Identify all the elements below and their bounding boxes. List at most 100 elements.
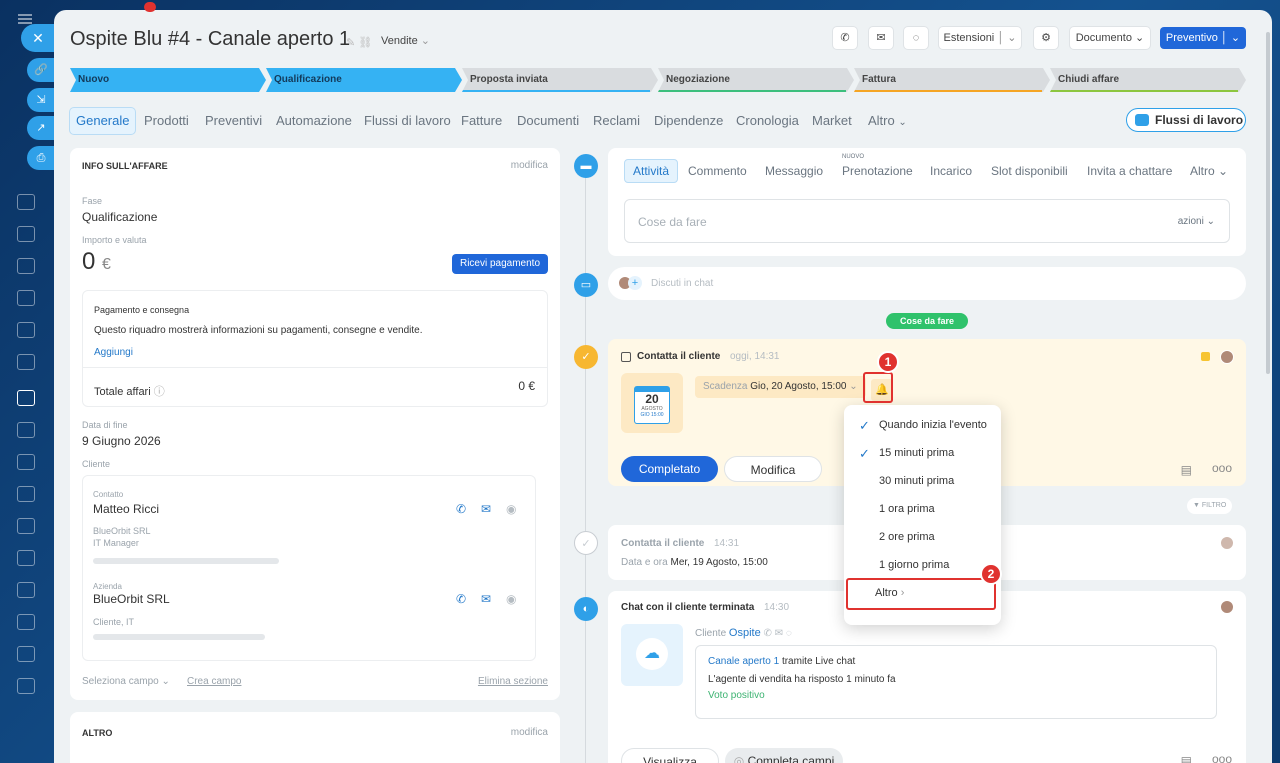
task-checkbox[interactable]: [621, 352, 631, 362]
todo-input[interactable]: Cose da fare azioni ⌄: [624, 199, 1230, 243]
tab-incarico[interactable]: Incarico: [930, 164, 972, 178]
ospite-link[interactable]: Ospite: [729, 627, 761, 639]
stage-chiudi[interactable]: Chiudi affare: [1050, 68, 1246, 92]
menu-item-15min[interactable]: 15 minuti prima: [879, 447, 954, 459]
more-icon[interactable]: ooo: [1212, 461, 1232, 475]
chat-input[interactable]: + Discuti in chat: [608, 267, 1246, 300]
cart-icon[interactable]: [17, 422, 35, 438]
phone-icon[interactable]: ✆: [833, 27, 857, 49]
sidebar-icon-5[interactable]: [17, 322, 35, 338]
tab-altro[interactable]: Altro ⌄: [868, 108, 907, 134]
flussi-di-lavoro-button[interactable]: Flussi di lavoro: [1126, 108, 1246, 132]
sidebar-icon-15[interactable]: [17, 646, 35, 662]
completato-button[interactable]: Completato: [621, 456, 718, 482]
sidebar-icon-14[interactable]: [17, 614, 35, 630]
ricevi-pagamento-button[interactable]: Ricevi pagamento: [452, 254, 548, 274]
sidebar-icon-13[interactable]: [17, 582, 35, 598]
tab-slot[interactable]: Slot disponibili: [991, 164, 1068, 178]
menu-item-30min[interactable]: 30 minuti prima: [879, 475, 954, 487]
crea-campo-link[interactable]: Crea campo: [187, 676, 241, 687]
sidebar-icon-11[interactable]: [17, 518, 35, 534]
stage-qualificazione[interactable]: Qualificazione: [266, 68, 462, 92]
crm-icon[interactable]: [17, 390, 35, 406]
menu-item-event[interactable]: Quando inizia l'evento: [879, 419, 987, 431]
contatto-chat-icon[interactable]: ◉: [506, 502, 516, 516]
visualizza-button[interactable]: Visualizza: [621, 748, 719, 763]
tab-automazione[interactable]: Automazione: [276, 108, 352, 134]
azienda-name[interactable]: BlueOrbit SRL: [93, 592, 170, 606]
category-selector[interactable]: Vendite ⌄: [381, 34, 430, 47]
contatto-mail-icon[interactable]: ✉: [481, 502, 491, 516]
tab-flussi[interactable]: Flussi di lavoro: [364, 108, 451, 134]
menu-item-1day[interactable]: 1 giorno prima: [879, 559, 949, 571]
tab-reclami[interactable]: Reclami: [593, 108, 640, 134]
sidebar-icon-2[interactable]: [17, 226, 35, 242]
tab-invita[interactable]: Invita a chattare: [1087, 164, 1172, 178]
client-contact-icons[interactable]: ✆ ✉ ◌: [764, 628, 792, 639]
task-color-marker[interactable]: [1201, 352, 1210, 361]
chat-icon[interactable]: ◌: [904, 27, 928, 49]
tab-prodotti[interactable]: Prodotti: [144, 108, 189, 134]
tab-generale[interactable]: Generale: [70, 108, 136, 134]
tab-fatture[interactable]: Fatture: [461, 108, 502, 134]
sidebar-icon-12[interactable]: [17, 550, 35, 566]
azienda-mail-icon[interactable]: ✉: [481, 592, 491, 606]
tab-messaggio[interactable]: Messaggio: [765, 164, 823, 178]
estensioni-button[interactable]: Estensioni │ ⌄: [939, 27, 1021, 49]
tab-dipendenze[interactable]: Dipendenze: [654, 108, 723, 134]
tab-preventivi[interactable]: Preventivi: [205, 108, 262, 134]
tab-commento[interactable]: Commento: [688, 164, 747, 178]
open-new-window-icon[interactable]: ↗: [27, 116, 55, 140]
menu-item-1h[interactable]: 1 ora prima: [879, 503, 935, 515]
sidebar-icon-10[interactable]: [17, 486, 35, 502]
sidebar-icon-9[interactable]: [17, 454, 35, 470]
link-icon[interactable]: 🔗: [27, 58, 55, 82]
info-edit-link[interactable]: modifica: [511, 160, 548, 171]
azienda-chat-icon[interactable]: ◉: [506, 592, 516, 606]
sidebar-icon-6[interactable]: [17, 354, 35, 370]
filtro-button[interactable]: ▼ FILTRO: [1187, 498, 1233, 514]
tab-documenti[interactable]: Documenti: [517, 108, 579, 134]
print-icon[interactable]: ⎙: [27, 146, 55, 170]
tab-altro-activity[interactable]: Altro ⌄: [1190, 164, 1228, 178]
tab-cronologia[interactable]: Cronologia: [736, 108, 799, 134]
minimize-icon[interactable]: ⇲: [27, 88, 55, 112]
close-slider-button[interactable]: ✕: [21, 24, 55, 52]
menu-item-2h[interactable]: 2 ore prima: [879, 531, 935, 543]
tab-prenotazione[interactable]: Prenotazione: [842, 164, 913, 178]
sidebar-icon-16[interactable]: [17, 678, 35, 694]
document-icon[interactable]: ▤: [1181, 463, 1192, 477]
modifica-button[interactable]: Modifica: [724, 456, 822, 482]
tab-market[interactable]: Market: [812, 108, 852, 134]
calendar-icon[interactable]: [17, 258, 35, 274]
preventivo-button[interactable]: Preventivo │ ⌄: [1160, 27, 1246, 49]
elimina-sezione-link[interactable]: Elimina sezione: [478, 676, 548, 687]
stage-proposta[interactable]: Proposta inviata: [462, 68, 658, 92]
sidebar-icon-4[interactable]: [17, 290, 35, 306]
add-participant-icon[interactable]: +: [628, 276, 642, 290]
chat-document-icon[interactable]: ▤: [1181, 754, 1192, 763]
canale-link[interactable]: Canale aperto 1: [708, 656, 779, 667]
contatto-phone-icon[interactable]: ✆: [456, 502, 466, 516]
altro-edit-link[interactable]: modifica: [511, 727, 548, 738]
settings-gear-icon[interactable]: ⚙: [1034, 27, 1058, 49]
sidebar-icon-1[interactable]: [17, 194, 35, 210]
hamburger-icon[interactable]: [18, 14, 32, 16]
tab-attivita[interactable]: Attività: [624, 159, 679, 183]
stage-fattura[interactable]: Fattura: [854, 68, 1050, 92]
azienda-phone-icon[interactable]: ✆: [456, 592, 466, 606]
edit-pencil-icon[interactable]: ✎ ⛓: [346, 36, 372, 49]
scadenza-field[interactable]: Scadenza Gio, 20 Agosto, 15:00 ⌄: [695, 376, 866, 398]
chat-more-icon[interactable]: ooo: [1212, 752, 1232, 763]
seleziona-campo[interactable]: Seleziona campo ⌄: [82, 676, 170, 687]
completa-campi-button[interactable]: ◎ Completa campi: [725, 748, 843, 763]
documento-button[interactable]: Documento ⌄: [1070, 27, 1150, 49]
scrollbar[interactable]: [1266, 32, 1270, 374]
stage-nuovo[interactable]: Nuovo: [70, 68, 266, 92]
contatto-name[interactable]: Matteo Ricci: [93, 502, 159, 516]
aggiungi-link[interactable]: Aggiungi: [94, 347, 133, 358]
stage-negoziazione[interactable]: Negoziazione: [658, 68, 854, 92]
azioni-label: azioni: [1177, 216, 1204, 227]
mail-icon[interactable]: ✉: [869, 27, 893, 49]
azioni-dropdown[interactable]: azioni ⌄: [1178, 216, 1215, 227]
